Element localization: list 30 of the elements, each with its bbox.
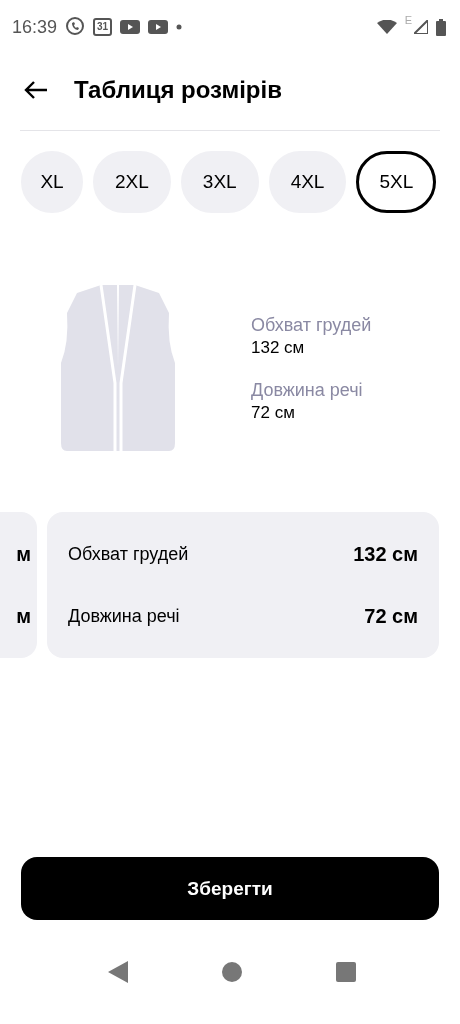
wifi-icon (376, 20, 397, 34)
measurement-label: Обхват грудей (251, 315, 372, 336)
play-icon (120, 20, 141, 34)
phone-bubble-icon (65, 17, 86, 37)
measurement-value: 132 см (251, 338, 306, 358)
row-value: 132 см (353, 542, 418, 566)
battery-icon (436, 18, 446, 36)
back-triangle-icon[interactable] (108, 961, 128, 983)
size-chip[interactable]: 5XL (356, 151, 437, 213)
size-chip[interactable]: 2XL (93, 151, 171, 213)
size-chip[interactable]: 4XL (268, 151, 347, 213)
back-arrow-icon[interactable] (24, 80, 48, 100)
calendar-icon: 31 (93, 18, 113, 36)
row-value: м (16, 542, 31, 566)
page-title: Таблиця розмірів (74, 76, 282, 104)
size-chip[interactable]: XL (21, 151, 83, 213)
measurement-value: 72 см (251, 403, 296, 423)
row-label: Обхват грудей (68, 543, 189, 565)
dot-icon (176, 24, 183, 30)
play-icon (148, 20, 169, 34)
row-label: Довжина речі (68, 605, 180, 627)
row-value: 72 см (364, 604, 418, 628)
home-circle-icon[interactable] (222, 962, 242, 982)
signal-icon (414, 20, 428, 34)
row-value: м (16, 604, 31, 628)
network-type: E (404, 14, 412, 26)
measurement-label: Довжина речі (251, 380, 364, 401)
status-time: 16:39 (12, 16, 58, 38)
save-button[interactable]: Зберегти (21, 857, 439, 920)
size-chip[interactable]: 3XL (180, 151, 259, 213)
